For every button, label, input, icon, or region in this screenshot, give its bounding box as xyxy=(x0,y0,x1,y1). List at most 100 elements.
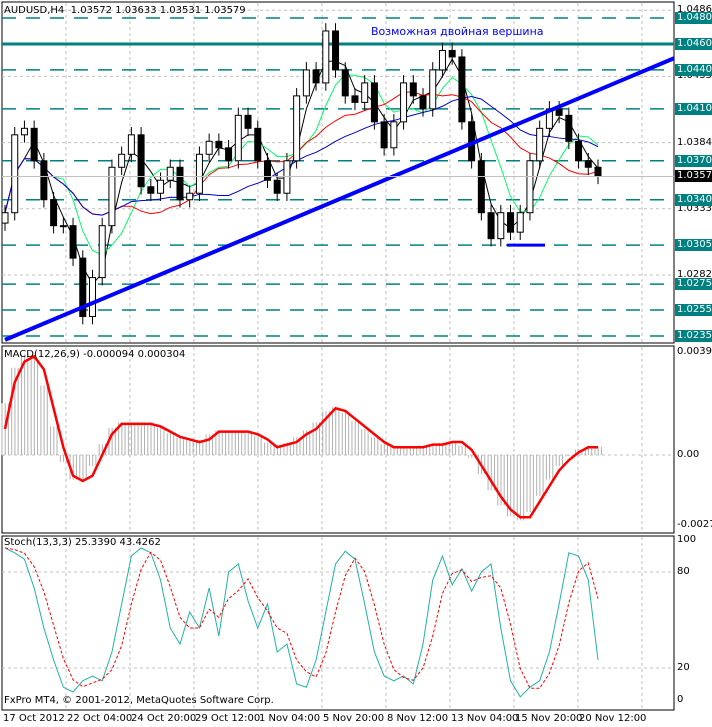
macd-axis-label: 0.00397 xyxy=(677,346,712,357)
candle-body xyxy=(30,127,38,162)
time-axis-label: 24 Oct 20:00 xyxy=(131,713,197,724)
candle-body xyxy=(477,160,485,214)
candle-body xyxy=(293,95,301,162)
macd-label: MACD(12,26,9) -0.000094 0.000304 xyxy=(4,349,186,360)
candle-body xyxy=(419,95,427,110)
ma-fast-line xyxy=(4,58,599,285)
candle-body xyxy=(40,160,48,201)
candle-body xyxy=(234,114,242,162)
candle-body xyxy=(438,49,446,71)
stoch-axis-label: 20 xyxy=(677,662,690,673)
candle-body xyxy=(127,134,135,155)
candle-body xyxy=(448,49,456,58)
candle-body xyxy=(575,140,583,162)
macd-axis-label: 0.00 xyxy=(677,449,700,460)
candle-body xyxy=(50,199,58,227)
candle-body xyxy=(176,166,184,201)
level-price-label: 1.02550 xyxy=(675,304,712,317)
candle-body xyxy=(361,82,369,103)
stoch-main-line xyxy=(4,547,599,698)
macd-axis-label: -0.00278 xyxy=(677,519,712,530)
level-price-label: 1.02750 xyxy=(675,278,712,291)
pane-frame-1 xyxy=(1,345,675,534)
candle-body xyxy=(536,127,544,162)
time-axis-label: 8 Nov 12:00 xyxy=(387,713,449,724)
level-price-label: 1.03050 xyxy=(675,239,712,252)
candle-body xyxy=(195,153,203,194)
symbol-header: AUDUSD,H4 1.03572 1.03633 1.03531 1.0357… xyxy=(4,5,246,17)
time-axis-label: 29 Oct 12:00 xyxy=(195,713,261,724)
level-price-label: 1.04100 xyxy=(675,102,712,115)
high-value: 1.03633 xyxy=(115,5,157,16)
candle-body xyxy=(20,127,28,136)
level-price-label: 1.04400 xyxy=(675,63,712,76)
candle-body xyxy=(59,225,67,228)
time-axis-label: 22 Oct 04:00 xyxy=(67,713,133,724)
chart-canvas[interactable] xyxy=(0,0,712,727)
candle-body xyxy=(88,277,96,318)
candle-body xyxy=(516,212,524,233)
close-value: 1.03579 xyxy=(204,5,246,16)
candle-body xyxy=(254,127,262,162)
copyright-text: FxPro MT4, © 2001-2012, MetaQuotes Softw… xyxy=(4,695,274,706)
candle-body xyxy=(594,166,602,177)
candle-body xyxy=(555,108,563,116)
candle-body xyxy=(244,114,252,129)
open-value: 1.03572 xyxy=(70,5,113,16)
price-axis-label: 1.03840 xyxy=(677,136,712,148)
candle-body xyxy=(1,212,9,224)
candle-body xyxy=(302,69,310,97)
candle-body xyxy=(147,186,155,194)
stoch-label: Stoch(13,3,3) 25.3390 43.4262 xyxy=(4,537,161,548)
candle-body xyxy=(332,30,340,71)
candle-body xyxy=(458,56,466,123)
candle-body xyxy=(166,166,174,181)
stoch-signal-line xyxy=(4,547,599,689)
current-price-label: 1.03579 xyxy=(675,170,712,183)
level-price-label: 1.03700 xyxy=(675,154,712,167)
candle-body xyxy=(565,114,573,142)
time-axis-label: 17 Oct 2012 xyxy=(3,713,65,724)
low-value: 1.03531 xyxy=(159,5,202,16)
candle-body xyxy=(409,82,417,97)
level-price-label: 1.02350 xyxy=(675,330,712,342)
candle-body xyxy=(98,225,106,279)
macd-signal-line xyxy=(3,354,598,519)
stoch-axis-label: 0 xyxy=(677,694,684,705)
candle-body xyxy=(507,212,515,233)
candle-body xyxy=(370,82,378,123)
pane-frame-2 xyxy=(1,535,675,711)
time-axis-label: 1 Nov 04:00 xyxy=(259,713,321,724)
candle-body xyxy=(283,160,291,194)
time-axis-label: 5 Nov 20:00 xyxy=(323,713,385,724)
time-axis-label: 20 Nov 12:00 xyxy=(579,713,647,724)
candle-body xyxy=(118,153,126,168)
candle-body xyxy=(400,82,408,123)
candle-body xyxy=(351,95,359,103)
double-top-annotation: Возможная двойная вершина xyxy=(371,25,544,38)
candle-body xyxy=(487,212,495,240)
candle-body xyxy=(215,140,223,149)
level-price-label: 1.04800 xyxy=(675,12,712,24)
time-axis-label: 13 Nov 04:00 xyxy=(451,713,519,724)
candle-body xyxy=(11,134,19,214)
level-price-label: 1.03400 xyxy=(675,193,712,206)
candle-body xyxy=(341,69,349,97)
candle-body xyxy=(322,30,330,84)
candle-body xyxy=(380,121,388,149)
candle-body xyxy=(390,121,398,149)
candle-body xyxy=(225,147,233,162)
candle-body xyxy=(584,160,592,168)
ma-long-line xyxy=(4,96,599,216)
mt4-chart-window: AUDUSD,H4 1.03572 1.03633 1.03531 1.0357… xyxy=(0,0,712,727)
ma-slow-line xyxy=(4,91,599,216)
stoch-axis-label: 100 xyxy=(677,534,697,545)
level-price-label: 1.04600 xyxy=(675,37,712,50)
candle-body xyxy=(137,134,145,188)
candle-body xyxy=(429,69,437,110)
candle-body xyxy=(526,160,534,214)
stoch-axis-label: 80 xyxy=(677,566,690,577)
candle-body xyxy=(205,140,213,155)
candle-body xyxy=(186,192,194,201)
symbol-label: AUDUSD,H4 xyxy=(4,5,65,16)
